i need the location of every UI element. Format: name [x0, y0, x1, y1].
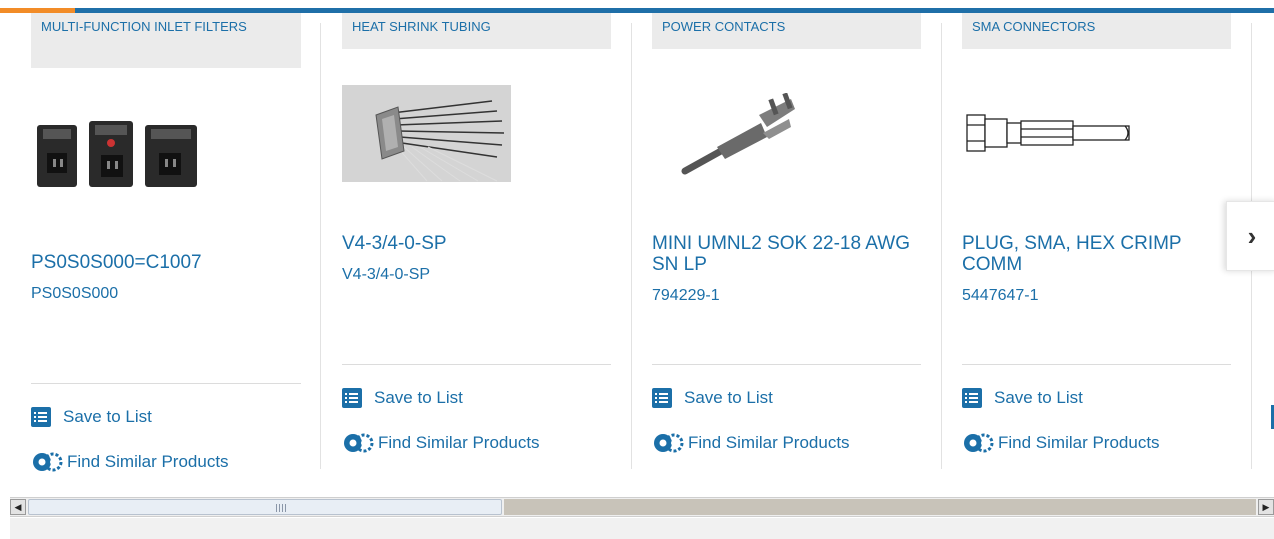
save-to-list-button[interactable]: Save to List	[342, 388, 463, 408]
chevron-right-icon: ›	[1247, 220, 1257, 251]
checklist-icon	[31, 407, 51, 427]
product-card: HEAT SHRINK TUBING V4-3/4-0-SP V4-3/4-0-…	[320, 13, 631, 469]
save-to-list-label: Save to List	[63, 407, 152, 426]
card-divider	[342, 364, 611, 365]
similar-products-gear-icon	[33, 452, 63, 472]
product-card: MULTI-FUNCTION INLET FILTERS PS0S0S000=C…	[0, 13, 320, 472]
power-contact-image[interactable]	[671, 93, 821, 183]
part-number-link[interactable]: 5447647-1	[962, 287, 1231, 305]
find-similar-products-label: Find Similar Products	[378, 433, 540, 452]
category-label[interactable]: SMA CONNECTORS	[962, 13, 1231, 49]
card-separator	[941, 23, 942, 469]
scroll-right-arrow-icon[interactable]: ▶	[1258, 499, 1274, 515]
product-name-link[interactable]: V4-3/4-0-SP	[342, 233, 611, 254]
product-name-link[interactable]: PLUG, SMA, HEX CRIMP COMM	[962, 233, 1231, 275]
scrollbar-grip	[276, 504, 286, 512]
window-bottom-area	[10, 518, 1274, 539]
carousel-next-button[interactable]: ›	[1226, 201, 1274, 271]
card-divider	[31, 383, 301, 384]
card-divider	[962, 364, 1231, 365]
similar-products-gear-icon	[344, 433, 374, 453]
scroll-left-arrow-icon[interactable]: ◀	[10, 499, 26, 515]
save-to-list-label: Save to List	[994, 388, 1083, 407]
product-carousel: MULTI-FUNCTION INLET FILTERS PS0S0S000=C…	[0, 13, 1274, 493]
find-similar-products-label: Find Similar Products	[688, 433, 850, 452]
part-number-link[interactable]: V4-3/4-0-SP	[342, 266, 611, 284]
save-to-list-button[interactable]: Save to List	[962, 388, 1083, 408]
part-number-link[interactable]: PS0S0S000	[31, 285, 301, 303]
similar-products-gear-icon	[964, 433, 994, 453]
card-separator	[320, 23, 321, 469]
save-to-list-label: Save to List	[684, 388, 773, 407]
checklist-icon	[962, 388, 982, 408]
find-similar-products-button[interactable]: Find Similar Products	[342, 431, 540, 455]
find-similar-products-button[interactable]: Find Similar Products	[962, 431, 1160, 455]
save-to-list-button[interactable]: Save to List	[31, 407, 152, 427]
product-card: POWER CONTACTS MINI UMNL2 SOK 22-18 AWG …	[631, 13, 941, 469]
find-similar-products-button[interactable]: Find Similar Products	[652, 431, 850, 455]
find-similar-products-label: Find Similar Products	[67, 452, 229, 471]
save-to-list-button[interactable]: Save to List	[652, 388, 773, 408]
category-label[interactable]: MULTI-FUNCTION INLET FILTERS	[31, 13, 301, 68]
scrollbar-thumb[interactable]	[28, 499, 502, 515]
checklist-icon	[342, 388, 362, 408]
similar-products-gear-icon	[654, 433, 684, 453]
save-to-list-label: Save to List	[374, 388, 463, 407]
card-separator	[631, 23, 632, 469]
category-label[interactable]: POWER CONTACTS	[652, 13, 921, 49]
part-number-link[interactable]: 794229-1	[652, 287, 921, 305]
product-name-link[interactable]: PS0S0S000=C1007	[31, 252, 301, 273]
find-similar-products-label: Find Similar Products	[998, 433, 1160, 452]
find-similar-products-button[interactable]: Find Similar Products	[31, 450, 229, 474]
sma-connector-image[interactable]	[963, 109, 1133, 159]
card-divider	[652, 364, 921, 365]
heat-shrink-tubing-image[interactable]	[342, 85, 511, 182]
checklist-icon	[652, 388, 672, 408]
horizontal-scrollbar[interactable]: ◀ ▶	[10, 497, 1274, 517]
scrollbar-track[interactable]	[504, 499, 1256, 515]
product-name-link[interactable]: MINI UMNL2 SOK 22-18 AWG SN LP	[652, 233, 921, 275]
inlet-filter-image[interactable]	[31, 113, 201, 193]
category-label[interactable]: HEAT SHRINK TUBING	[342, 13, 611, 49]
product-card: SMA CONNECTORS PLUG, SMA, HEX CRIMP COMM…	[941, 13, 1251, 469]
